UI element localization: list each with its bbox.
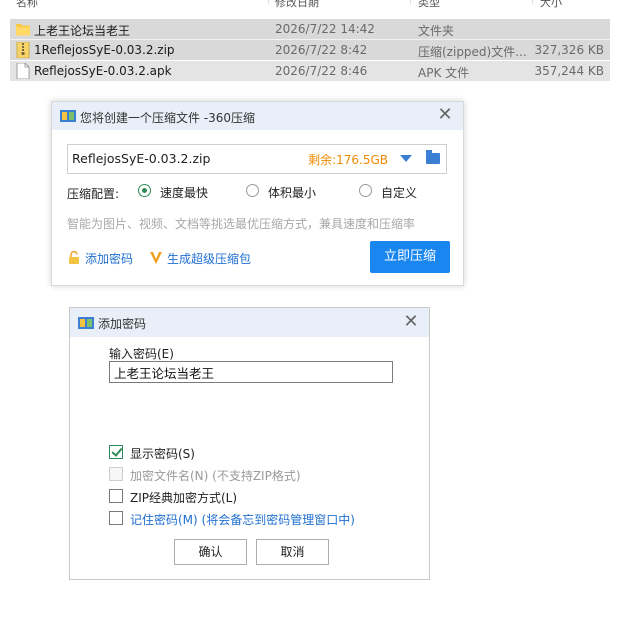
column-size[interactable]: 大小	[540, 0, 562, 10]
dialog-title: 您将创建一个压缩文件 -360压缩	[80, 111, 256, 125]
cancel-button[interactable]: 取消	[256, 539, 329, 565]
add-password-link[interactable]: 添加密码	[67, 250, 133, 268]
v-badge-icon	[150, 252, 162, 264]
column-type[interactable]: 类型	[418, 0, 440, 10]
column-name[interactable]: 名称	[16, 0, 38, 10]
checkbox-box	[109, 445, 123, 459]
password-dialog: 添加密码 ✕ 输入密码(E) 显示密码(S) 加密文件名(N) (不支持ZIP格…	[69, 307, 430, 580]
password-label: 输入密码(E)	[109, 347, 174, 361]
file-type: 文件夹	[418, 24, 455, 38]
checkbox-box	[109, 489, 123, 503]
file-row[interactable]: ReflejosSyE-0.03.2.apk 2026/7/22 8:46 AP…	[10, 61, 610, 81]
file-date: 2026/7/22 8:42	[275, 43, 368, 57]
file-icon	[16, 63, 30, 79]
checkbox-box	[109, 511, 123, 525]
super-package-link[interactable]: 生成超级压缩包	[149, 250, 251, 268]
file-date: 2026/7/22 14:42	[275, 22, 375, 36]
archive-app-icon	[60, 110, 76, 122]
config-label: 压缩配置:	[67, 187, 120, 201]
file-row[interactable]: 1ReflejosSyE-0.03.2.zip 2026/7/22 8:42 压…	[10, 39, 610, 60]
file-name: 1ReflejosSyE-0.03.2.zip	[34, 43, 175, 57]
checkbox-box	[109, 467, 123, 481]
archive-app-icon	[78, 317, 94, 329]
close-icon[interactable]: ✕	[435, 105, 455, 125]
file-type: APK 文件	[418, 66, 470, 80]
close-icon[interactable]: ✕	[401, 312, 421, 332]
archive-path-field[interactable]: ReflejosSyE-0.03.2.zip 剩余:176.5GB	[67, 144, 447, 174]
column-date[interactable]: 修改日期	[275, 0, 319, 10]
file-name: ReflejosSyE-0.03.2.apk	[34, 64, 172, 78]
radio-dot	[138, 184, 151, 197]
super-package-label: 生成超级压缩包	[167, 252, 252, 266]
radio-dot	[359, 184, 372, 197]
checkbox-label: ZIP经典加密方式(L)	[130, 491, 238, 505]
confirm-button[interactable]: 确认	[174, 539, 247, 565]
file-row[interactable]: 上老王论坛当老王 2026/7/22 14:42 文件夹	[10, 19, 610, 39]
file-type: 压缩(zipped)文件...	[418, 45, 527, 59]
file-list-header: 名称 修改日期 类型 大小	[10, 0, 610, 10]
radio-label: 自定义	[381, 186, 418, 200]
checkbox-label: 加密文件名(N) (不支持ZIP格式)	[130, 469, 301, 483]
file-size: 357,244 KB	[534, 64, 604, 78]
folder-browse-icon[interactable]	[426, 150, 440, 164]
file-size: 327,326 KB	[534, 43, 604, 57]
compress-now-button[interactable]: 立即压缩	[370, 241, 450, 273]
radio-label: 速度最快	[160, 186, 209, 200]
file-name: 上老王论坛当老王	[34, 24, 131, 38]
dialog-titlebar[interactable]: 添加密码 ✕	[70, 308, 429, 337]
add-password-label: 添加密码	[85, 252, 134, 266]
lock-icon	[69, 251, 79, 264]
zip-file-icon	[16, 42, 30, 58]
compress-hint: 智能为图片、视频、文档等挑选最优压缩方式，兼具速度和压缩率	[67, 217, 416, 231]
archive-filename[interactable]: ReflejosSyE-0.03.2.zip	[72, 151, 210, 166]
radio-dot	[246, 184, 259, 197]
dialog-titlebar[interactable]: 您将创建一个压缩文件 -360压缩 ✕	[52, 102, 463, 130]
checkbox-label: 显示密码(S)	[130, 447, 195, 461]
file-date: 2026/7/22 8:46	[275, 64, 368, 78]
checkbox-label: 记住密码(M) (将会备忘到密码管理窗口中)	[130, 513, 355, 527]
dialog-title: 添加密码	[98, 317, 147, 331]
disk-remaining: 剩余:176.5GB	[308, 153, 388, 167]
folder-icon	[16, 24, 30, 36]
chevron-down-icon[interactable]	[400, 155, 412, 162]
password-input[interactable]	[109, 361, 393, 383]
radio-label: 体积最小	[268, 186, 317, 200]
compress-dialog: 您将创建一个压缩文件 -360压缩 ✕ ReflejosSyE-0.03.2.z…	[51, 101, 464, 286]
